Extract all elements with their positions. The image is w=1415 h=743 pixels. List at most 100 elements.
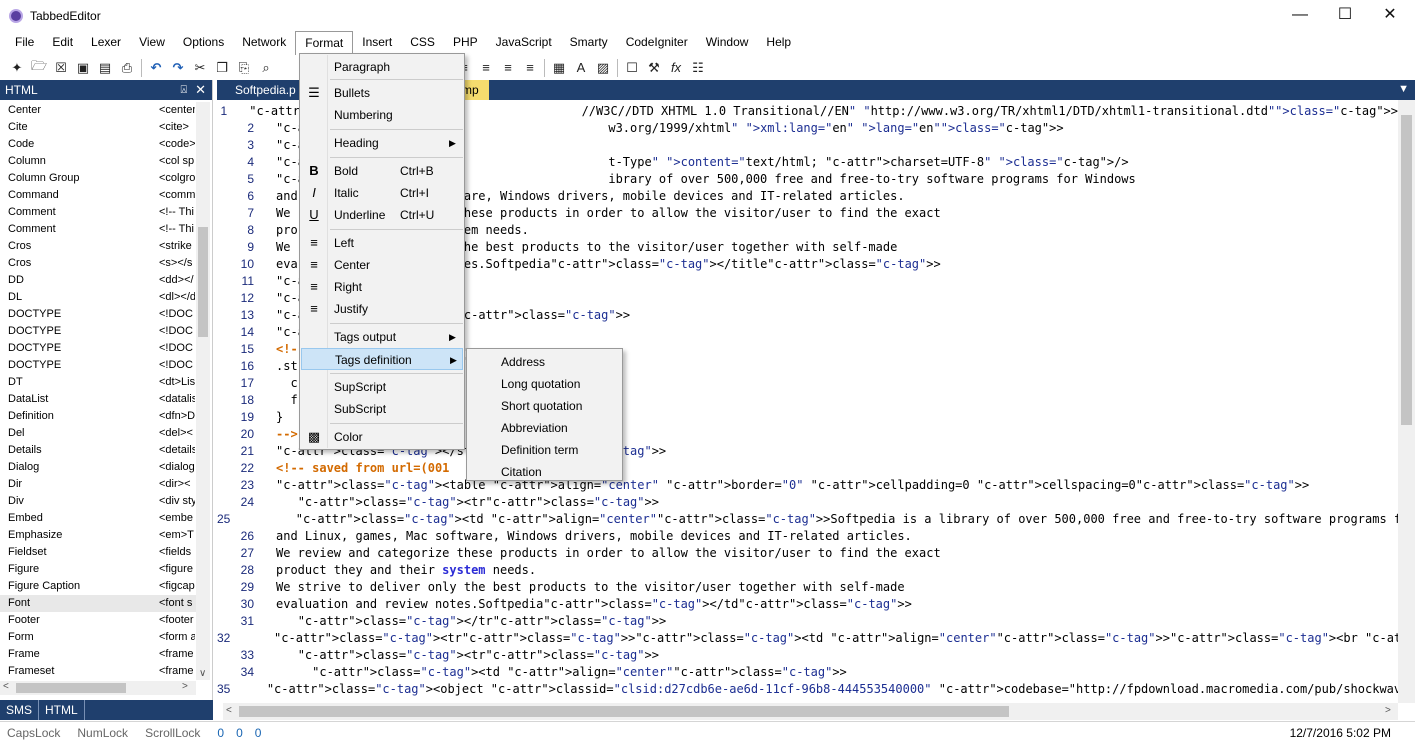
menu-codeigniter[interactable]: CodeIgniter [617,31,697,54]
close-button[interactable]: ✕ [1367,0,1413,31]
format-menu-item-center[interactable]: ≡ Center [301,254,463,276]
menu-network[interactable]: Network [233,31,295,54]
format-menu-item-left[interactable]: ≡ Left [301,232,463,254]
function-icon[interactable]: fx [665,57,687,79]
format-menu-item-underline[interactable]: U Underline Ctrl+U [301,204,463,226]
tag-list-item[interactable]: Comment <!-- Thi [0,204,196,221]
submenu-item-address[interactable]: Address [468,351,621,373]
tag-list-item[interactable]: Frameset <frame [0,663,196,680]
tag-list-item[interactable]: Command <comm [0,187,196,204]
format-menu-item-color[interactable]: ▩ Color [301,426,463,448]
tag-list-item[interactable]: DT <dt>Lis [0,374,196,391]
format-menu-item-bold[interactable]: B Bold Ctrl+B [301,160,463,182]
image-icon[interactable]: ▨ [592,57,614,79]
submenu-item-long-quotation[interactable]: Long quotation [468,373,621,395]
format-menu-item-supscript[interactable]: SupScript [301,376,463,398]
scroll-right-icon[interactable]: > [1385,705,1391,716]
tag-list-item[interactable]: Emphasize <em>T [0,527,196,544]
scrollbar-thumb[interactable] [1401,115,1412,425]
undo-icon[interactable]: ↶ [145,57,167,79]
font-color-icon[interactable]: A [570,57,592,79]
comment-icon[interactable]: ☐ [621,57,643,79]
tag-list-vertical-scrollbar[interactable]: ∨ [196,102,210,680]
save-all-icon[interactable]: ▤ [94,57,116,79]
menu-php[interactable]: PHP [444,31,487,54]
tab-softpedia[interactable]: Softpedia.p [225,80,306,100]
scroll-right-icon[interactable]: > [182,681,188,692]
close-file-icon[interactable]: ☒ [50,57,72,79]
scrollbar-thumb[interactable] [16,683,126,693]
tag-list-item[interactable]: DL <dl></d [0,289,196,306]
tag-list-item[interactable]: Del <del>< [0,425,196,442]
tag-list-item[interactable]: Cros <s></s [0,255,196,272]
menu-lexer[interactable]: Lexer [82,31,130,54]
tag-list-item[interactable]: Comment <!-- Thi [0,221,196,238]
submenu-item-citation[interactable]: Citation [468,461,621,483]
tag-list-item[interactable]: Form <form a [0,629,196,646]
toolbar-align-justify-icon[interactable]: ≡ [519,57,541,79]
paste-icon[interactable]: ⎘ [233,57,255,79]
menu-window[interactable]: Window [697,31,758,54]
maximize-button[interactable]: ☐ [1322,0,1368,31]
format-menu-item-right[interactable]: ≡ Right [301,276,463,298]
redo-icon[interactable]: ↷ [167,57,189,79]
tag-list-item[interactable]: Dir <dir>< [0,476,196,493]
format-menu-item-tags-definition[interactable]: Tags definition ▶ [301,348,463,370]
find-icon[interactable]: ⌕ [255,57,277,79]
minimize-button[interactable]: — [1277,0,1323,31]
menu-javascript[interactable]: JavaScript [487,31,561,54]
tag-list-item[interactable]: Cros <strike [0,238,196,255]
new-file-icon[interactable]: ✦ [6,57,28,79]
save-icon[interactable]: ▣ [72,57,94,79]
tab-html[interactable]: HTML [39,700,85,720]
scroll-left-icon[interactable]: < [3,681,9,692]
scroll-left-icon[interactable]: < [226,705,232,716]
cut-icon[interactable]: ✂ [189,57,211,79]
scrollbar-thumb[interactable] [198,227,208,337]
format-menu-item-paragraph[interactable]: Paragraph [301,56,463,78]
tag-list-item[interactable]: Footer <footer [0,612,196,629]
tab-list-dropdown-icon[interactable]: ▼ [1398,83,1409,95]
submenu-item-short-quotation[interactable]: Short quotation [468,395,621,417]
menu-file[interactable]: File [6,31,43,54]
submenu-item-abbreviation[interactable]: Abbreviation [468,417,621,439]
menu-format[interactable]: Format [295,30,354,55]
tag-list-item[interactable]: DOCTYPE <!DOC [0,323,196,340]
format-menu-item-justify[interactable]: ≡ Justify [301,298,463,320]
format-menu-item-bullets[interactable]: ☰ Bullets [301,82,463,104]
tag-list-item[interactable]: Frame <frame [0,646,196,663]
menu-options[interactable]: Options [174,31,233,54]
tag-list-item[interactable]: Div <div sty [0,493,196,510]
toolbar-align-center-icon[interactable]: ≡ [475,57,497,79]
tag-list-item[interactable]: DataList <datalis [0,391,196,408]
menu-smarty[interactable]: Smarty [561,31,617,54]
toolbar-align-right-icon[interactable]: ≡ [497,57,519,79]
menu-view[interactable]: View [130,31,174,54]
format-menu-item-heading[interactable]: Heading ▶ [301,132,463,154]
editor-vertical-scrollbar[interactable] [1398,100,1415,703]
tag-list-horizontal-scrollbar[interactable]: < > [0,681,196,695]
tag-list-item[interactable]: Figure <figure [0,561,196,578]
menu-help[interactable]: Help [757,31,800,54]
tag-list-item[interactable]: DD <dd></ [0,272,196,289]
format-menu-item-numbering[interactable]: Numbering [301,104,463,126]
print-icon[interactable]: ⎙ [116,57,138,79]
format-menu-item-subscript[interactable]: SubScript [301,398,463,420]
panel-close-icon[interactable]: ✕ [195,82,206,98]
pin-icon[interactable]: ⍓ [180,84,187,97]
table-icon[interactable]: ▦ [548,57,570,79]
format-menu-item-italic[interactable]: I Italic Ctrl+I [301,182,463,204]
menu-insert[interactable]: Insert [353,31,401,54]
menu-edit[interactable]: Edit [43,31,82,54]
tag-list-item[interactable]: Font <font s [0,595,196,612]
tag-list-item[interactable]: Column Group <colgro [0,170,196,187]
editor-horizontal-scrollbar[interactable]: < > [223,703,1398,720]
tag-list-item[interactable]: Details <details [0,442,196,459]
tag-list-item[interactable]: DOCTYPE <!DOC [0,357,196,374]
tag-list-item[interactable]: Center <center [0,102,196,119]
tag-list-item[interactable]: Definition <dfn>D [0,408,196,425]
copy-icon[interactable]: ❐ [211,57,233,79]
open-file-icon[interactable]: 🗁 [28,57,50,79]
scroll-down-icon[interactable]: ∨ [199,668,206,679]
color-picker-icon[interactable]: ☷ [687,57,709,79]
